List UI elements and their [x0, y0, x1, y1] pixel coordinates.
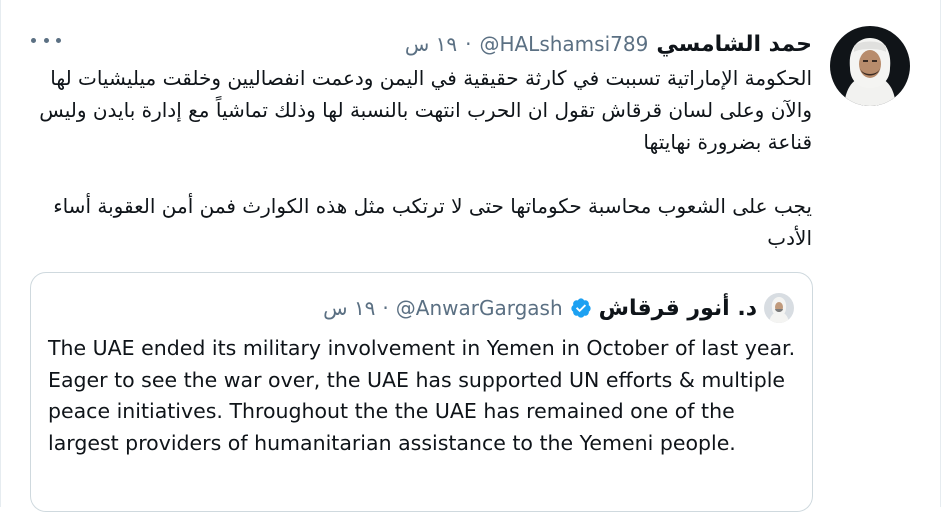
tweet-timestamp[interactable]: ١٩ س [405, 32, 457, 56]
quoted-author-name: د. أنور قرقاش [598, 295, 757, 321]
author-name[interactable]: حمد الشامسي [656, 32, 812, 57]
quoted-author-handle: @AnwarGargash [395, 296, 563, 320]
more-dot [56, 37, 61, 43]
more-dot [31, 37, 36, 43]
header-separator: · [465, 32, 472, 56]
more-options-icon[interactable] [31, 30, 61, 50]
author-handle[interactable]: @HALshamsi789 [479, 32, 648, 56]
tweet-paragraph: الحكومة الإماراتية تسببت في كارثة حقيقية… [39, 66, 812, 154]
quoted-tweet-text: The UAE ended its military involvement i… [48, 336, 796, 455]
tweet-text: الحكومة الإماراتية تسببت في كارثة حقيقية… [37, 62, 812, 254]
tweet-paragraph: يجب على الشعوب محاسبة حكوماتها حتى لا تر… [53, 194, 812, 250]
more-dot [43, 37, 49, 43]
tweet-card[interactable]: حمد الشامسي @HALshamsi789 · ١٩ س الحكومة… [0, 0, 941, 512]
author-avatar[interactable] [830, 26, 910, 106]
quoted-tweet[interactable]: د. أنور قرقاش @AnwarGargash · ١٩ س The U… [30, 272, 813, 512]
tweet-header: حمد الشامسي @HALshamsi789 · ١٩ س [405, 28, 812, 60]
quoted-tweet-header: د. أنور قرقاش @AnwarGargash · ١٩ س [323, 293, 794, 323]
verified-badge-icon [570, 297, 592, 319]
quoted-author-avatar [764, 293, 794, 323]
quoted-header-separator: · [382, 296, 389, 320]
author-avatar-image [830, 26, 910, 106]
quoted-timestamp: ١٩ س [323, 296, 376, 320]
quoted-avatar-image [764, 293, 794, 323]
